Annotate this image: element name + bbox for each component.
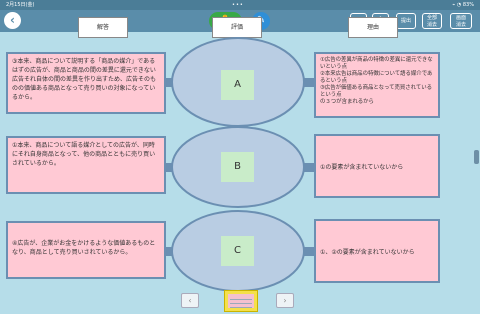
sidebar-drag-handle[interactable] xyxy=(474,150,479,164)
thumbnail-line xyxy=(230,299,252,300)
thumbnail-preview xyxy=(228,294,254,308)
answer-box-c: ④広告が、企業がお金をかけるような価値あるものとなり、商品として売り買いされてい… xyxy=(6,221,166,279)
answer-box-b: ①本来、商品について語る媒介としての広告が、同時にそれ自身商品となって、他の商品… xyxy=(6,136,166,194)
reason-box-c: ①、②の要素が含まれていないから xyxy=(314,219,440,283)
grade-a: A xyxy=(221,70,254,100)
answer-box-a: ③本来、商品について説明する「商品の媒介」であるはずの広告が、商品と商品の間の差… xyxy=(6,52,166,114)
page-thumbnail[interactable] xyxy=(224,290,258,312)
reason-box-b: ①の要素が含まれていないから xyxy=(314,134,440,198)
grade-b: B xyxy=(221,152,254,182)
prev-page-button[interactable]: ‹ xyxy=(181,293,199,308)
reason-text-a: ①広告の差異が商品の特徴の差異に還元できないという点 ②本来広告は商品の特徴につ… xyxy=(320,57,433,105)
next-page-button[interactable]: › xyxy=(276,293,294,308)
thumbnail-line xyxy=(230,307,252,308)
reason-box-a: ①広告の差異が商品の特徴の差異に還元できないという点 ②本来広告は商品の特徴につ… xyxy=(314,52,440,118)
grade-c: C xyxy=(221,236,254,266)
thumbnail-line xyxy=(230,303,252,304)
